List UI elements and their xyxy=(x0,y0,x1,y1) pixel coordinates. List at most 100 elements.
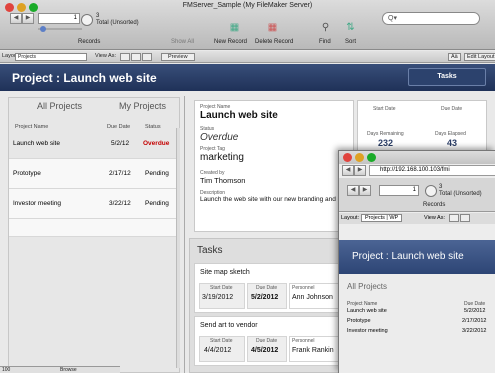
start-date-label: Start Date xyxy=(373,106,396,112)
tasks-button[interactable]: Tasks xyxy=(408,68,486,86)
delete-record-button[interactable]: Delete Record xyxy=(255,39,293,45)
task-name: Send art to vendor xyxy=(200,322,258,329)
project-tag-field[interactable]: marketing xyxy=(200,152,244,163)
task-due: 4/5/2012 xyxy=(251,347,279,354)
row-status: Pending xyxy=(145,170,169,177)
record-slider-knob[interactable] xyxy=(40,26,46,32)
layout-select[interactable]: Projects xyxy=(15,53,87,61)
prev-record-icon[interactable]: ◀ xyxy=(10,13,22,24)
list-item xyxy=(9,219,176,237)
tab-all-projects[interactable]: All Projects xyxy=(347,282,387,291)
url-field[interactable]: http://192.168.100.103/fmi xyxy=(369,165,495,176)
task-start: 3/19/2012 xyxy=(202,294,234,301)
find-icon[interactable]: ⚲ xyxy=(319,22,332,34)
browser-layout-header: Project : Launch web site xyxy=(339,240,495,274)
edit-layout-button[interactable]: Edit Layout xyxy=(464,53,495,61)
list-view-icon[interactable] xyxy=(131,53,141,61)
row-due: 5/2/12 xyxy=(111,140,130,147)
found-set-pie-icon xyxy=(425,185,437,197)
prev-record-icon[interactable]: ◀ xyxy=(347,185,359,196)
record-number-field[interactable]: 1 xyxy=(379,185,419,196)
list-view-icon[interactable] xyxy=(460,214,470,222)
sort-button[interactable]: Sort xyxy=(345,39,356,45)
project-name-field[interactable]: Launch web site xyxy=(200,110,278,121)
personnel-label: Personnel xyxy=(292,285,315,291)
personnel-label: Personnel xyxy=(292,338,315,344)
panel-divider[interactable] xyxy=(184,96,185,373)
table-row[interactable]: Prototype 2/17/2012 xyxy=(347,318,495,326)
col-project-name: Project Name xyxy=(347,301,378,307)
table-row[interactable]: Launch web site 5/2/2012 xyxy=(347,308,495,316)
form-view-icon[interactable] xyxy=(449,214,459,222)
browser-list-panel: All Projects Project Name Due Date Launc… xyxy=(339,274,495,373)
task-card[interactable]: Send art to vendor Start Date 4/4/2012 D… xyxy=(194,316,344,366)
table-row[interactable]: Prototype 2/17/12 Pending xyxy=(9,159,176,189)
status-bar: 100 Browse xyxy=(0,366,120,373)
row-due: 3/22/2012 xyxy=(462,328,487,334)
view-as-label: View As: xyxy=(424,215,445,221)
due-date-label: Due Date xyxy=(441,106,463,112)
due-date-label: Due Date xyxy=(256,285,278,291)
table-row[interactable]: Launch web site 5/2/12 Overdue xyxy=(9,129,176,159)
row-due: 5/2/2012 xyxy=(464,308,486,314)
personnel-box: Personnel Ann Johnson xyxy=(289,283,343,309)
records-label: Records xyxy=(78,39,101,45)
list-scrollbar[interactable] xyxy=(176,128,180,368)
personnel-box: Personnel Frank Rankin xyxy=(289,336,343,362)
table-row[interactable]: Investor meeting 3/22/12 Pending xyxy=(9,189,176,219)
mode-indicator[interactable]: Browse xyxy=(60,367,77,373)
show-all-button[interactable]: Show All xyxy=(171,39,194,45)
font-size-button[interactable]: Aä xyxy=(448,53,461,61)
quick-find-input[interactable]: Q▾ xyxy=(382,12,480,25)
description-field[interactable]: Launch the web site with our new brandin… xyxy=(200,196,336,203)
task-card[interactable]: Site map sketch Start Date 3/19/2012 Due… xyxy=(194,263,344,313)
record-number-field[interactable]: 1 xyxy=(38,13,80,24)
browser-window: ◀ ▶ http://192.168.100.103/fmi ◀ ▶ 1 3 T… xyxy=(338,150,495,373)
found-status: Total (Unsorted) xyxy=(96,20,139,26)
zoom-level[interactable]: 100 xyxy=(2,367,10,373)
record-count: 3 xyxy=(96,13,100,19)
zoom-icon[interactable] xyxy=(367,153,376,162)
new-record-icon[interactable]: ▦ xyxy=(228,22,241,34)
row-status: Pending xyxy=(145,200,169,207)
layout-select[interactable]: Projects | WP xyxy=(361,214,403,222)
found-set-pie-icon xyxy=(81,14,93,26)
row-due: 2/17/2012 xyxy=(462,318,487,324)
created-by-field[interactable]: Tim Thomson xyxy=(200,176,245,185)
table-row[interactable]: Investor meeting 3/22/2012 xyxy=(347,328,495,336)
forward-icon[interactable]: ▶ xyxy=(354,165,366,176)
due-date-box: Due Date 4/5/2012 xyxy=(247,336,287,362)
project-list-panel: All Projects My Projects Project Name Du… xyxy=(8,97,180,373)
row-name: Launch web site xyxy=(347,308,387,314)
due-date-label: Due Date xyxy=(256,338,278,344)
tasks-panel: Tasks Site map sketch Start Date 3/19/20… xyxy=(189,238,349,373)
browser-window-controls xyxy=(343,153,376,162)
sort-icon[interactable]: ⇅ xyxy=(344,22,357,34)
close-icon[interactable] xyxy=(343,153,352,162)
toolbar-area: FMServer_Sample (My FileMaker Server) ◀ … xyxy=(0,0,495,50)
preview-button[interactable]: Preview xyxy=(161,53,195,61)
delete-record-icon[interactable]: ▦ xyxy=(266,22,279,34)
layout-label: Layout: xyxy=(341,215,360,221)
next-record-icon[interactable]: ▶ xyxy=(22,13,34,24)
new-record-button[interactable]: New Record xyxy=(214,39,247,45)
tasks-heading: Tasks xyxy=(197,245,223,256)
find-button[interactable]: Find xyxy=(319,39,331,45)
next-record-icon[interactable]: ▶ xyxy=(359,185,371,196)
row-name: Investor meeting xyxy=(347,328,388,334)
status-field[interactable]: Overdue xyxy=(200,132,238,143)
form-view-icon[interactable] xyxy=(120,53,130,61)
days-remaining-value: 232 xyxy=(378,138,394,148)
minimize-icon[interactable] xyxy=(355,153,364,162)
row-name: Launch web site xyxy=(13,140,60,147)
table-view-icon[interactable] xyxy=(142,53,152,61)
browser-page-title: Project : Launch web site xyxy=(352,251,464,262)
row-due: 2/17/12 xyxy=(109,170,131,177)
tab-my-projects[interactable]: My Projects xyxy=(119,101,166,111)
start-date-label: Start Date xyxy=(210,338,233,344)
view-as-label: View As: xyxy=(95,53,116,59)
days-elapsed-value: 43 xyxy=(447,138,458,148)
tab-all-projects[interactable]: All Projects xyxy=(37,101,82,111)
days-elapsed-label: Days Elapsed xyxy=(435,131,466,137)
back-icon[interactable]: ◀ xyxy=(342,165,354,176)
